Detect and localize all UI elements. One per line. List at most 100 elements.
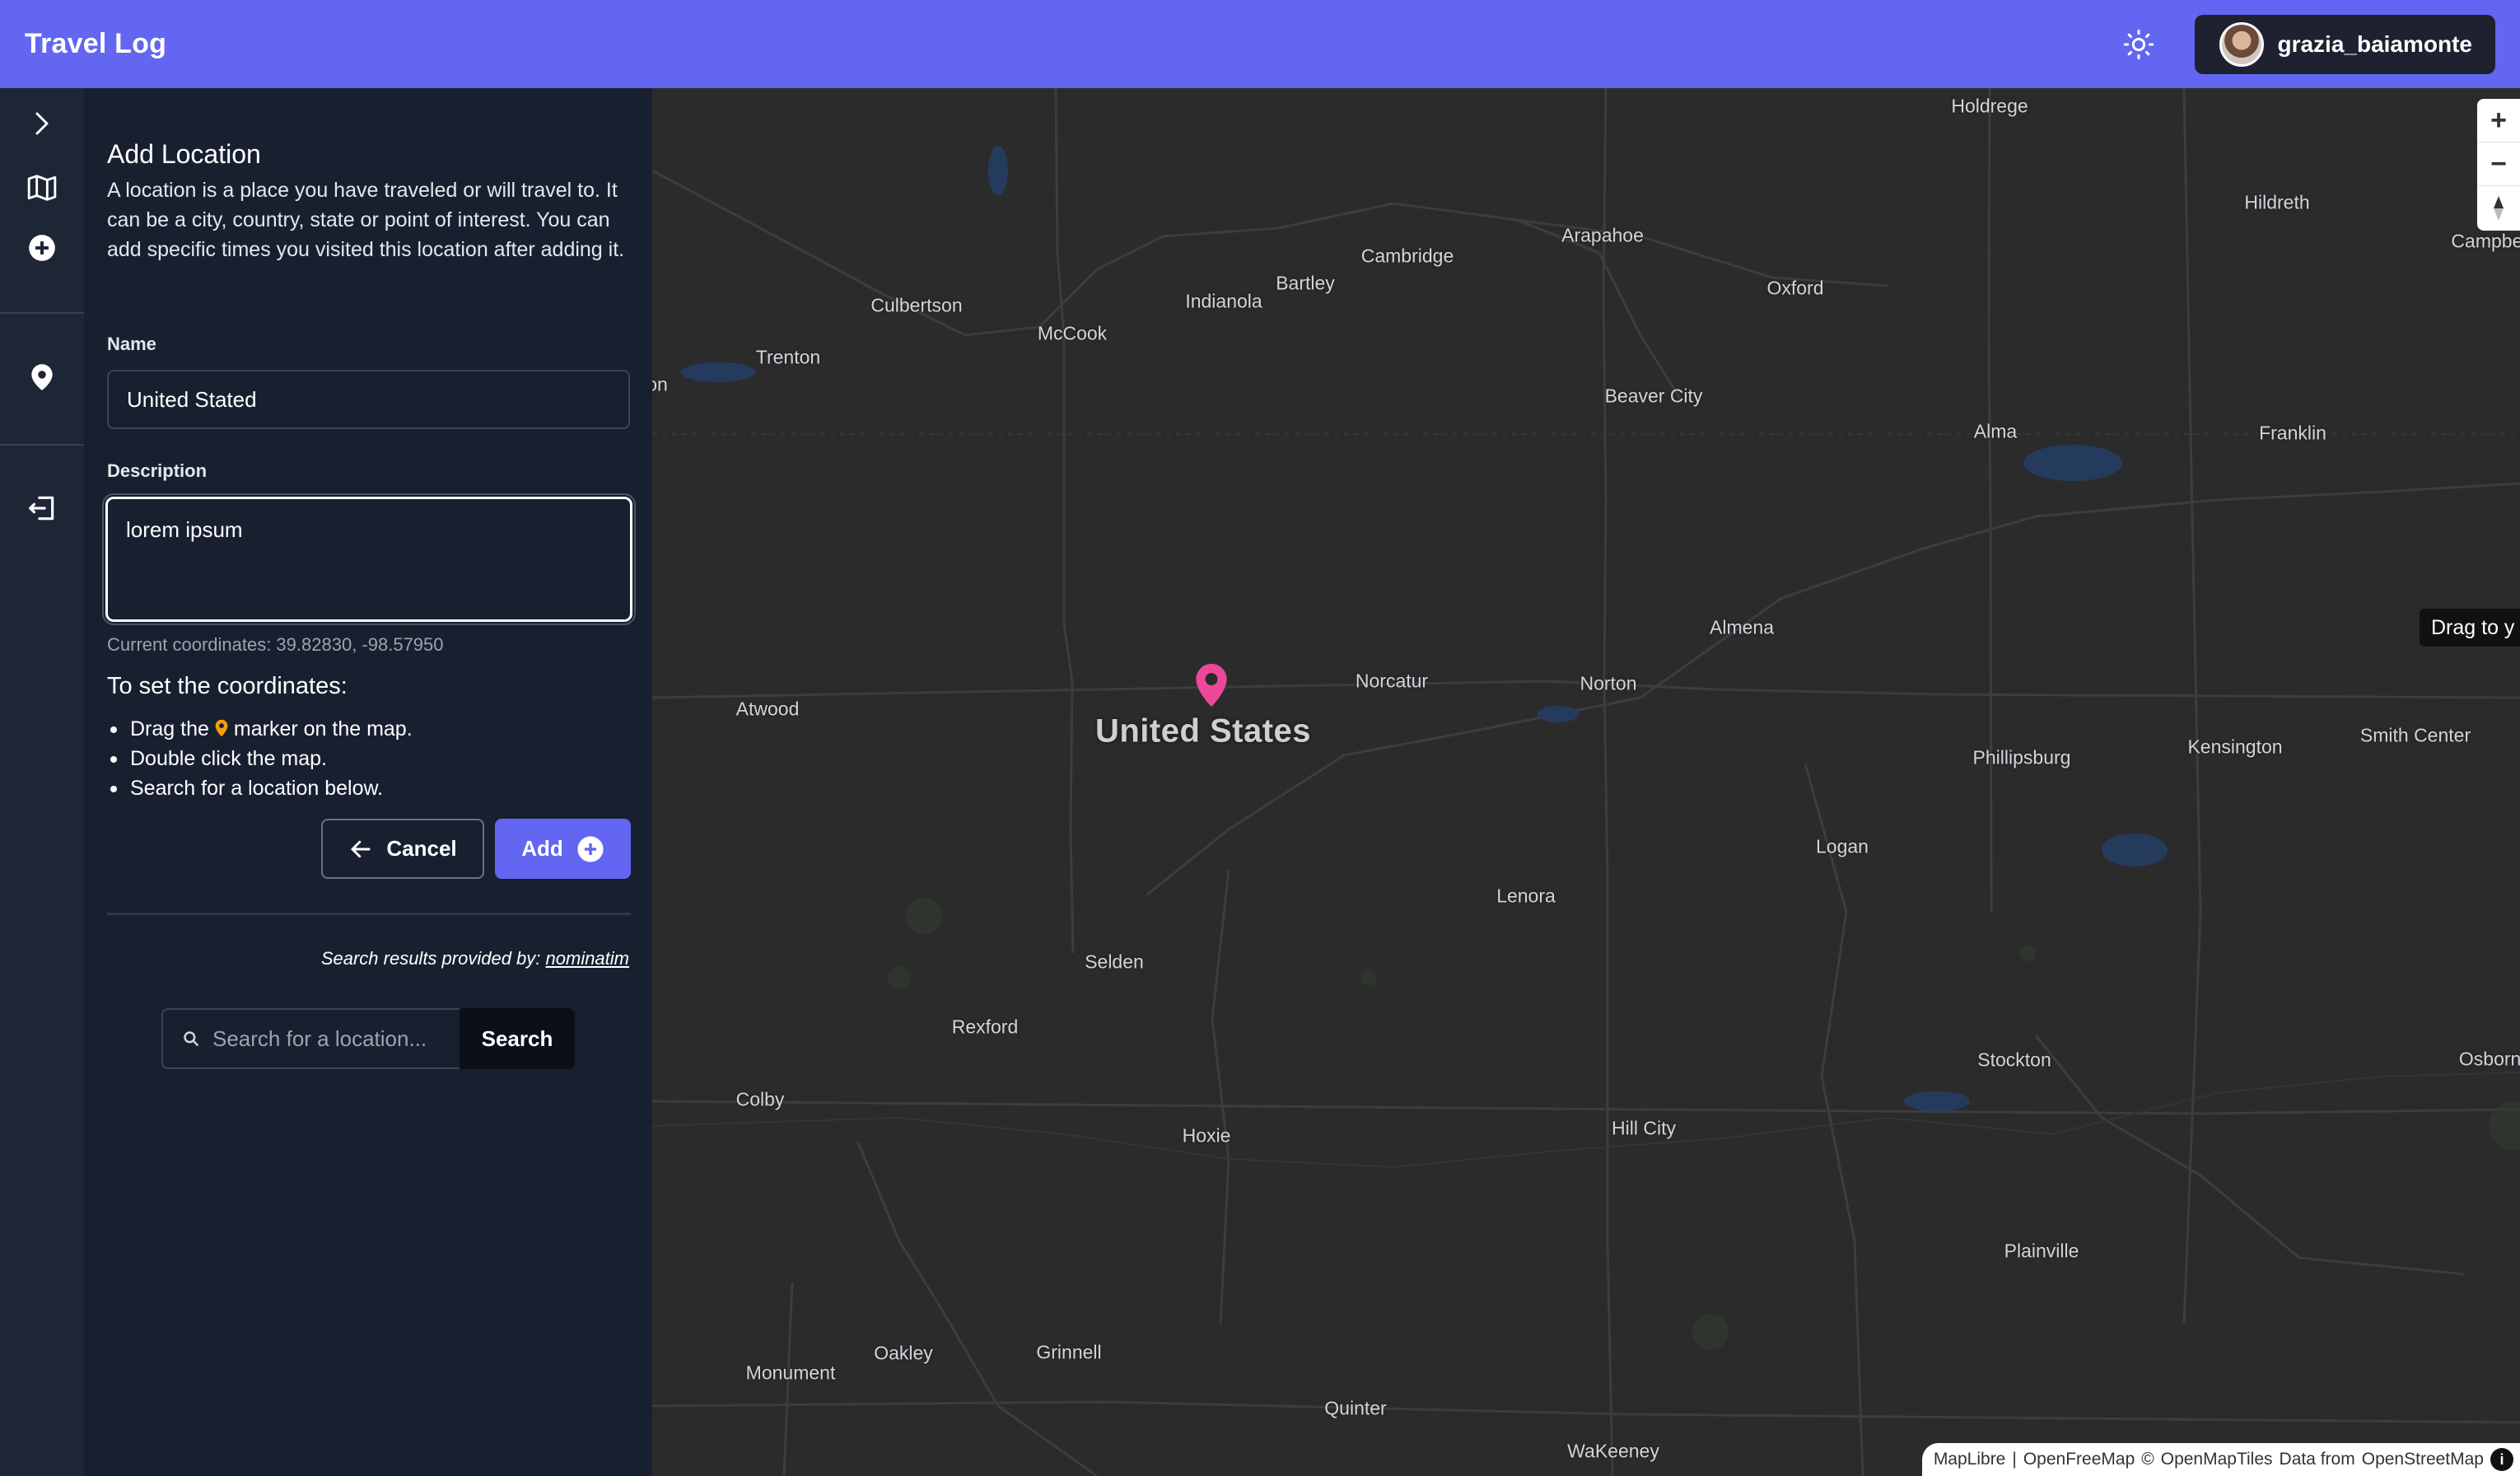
town-label: Hoxie [1182, 1124, 1231, 1147]
search-icon [184, 1031, 199, 1047]
app-title[interactable]: Travel Log [25, 28, 166, 60]
top-header: Travel Log grazia_baiamonte [0, 0, 2520, 88]
map-icon [27, 175, 57, 201]
town-label: Hildreth [2244, 191, 2310, 213]
description-label: Description [107, 460, 208, 481]
town-label: Kensington [2187, 736, 2283, 758]
description-field[interactable]: lorem ipsum [102, 493, 636, 625]
town-label: Trenton [755, 346, 821, 368]
location-search: Search [161, 1008, 575, 1069]
town-label: Almena [1710, 616, 1774, 638]
panel-description: A location is a place you have traveled … [107, 179, 625, 261]
town-label: Phillipsburg [1972, 746, 2071, 768]
list-item: Drag the marker on the map. [110, 714, 413, 744]
name-label: Name [107, 334, 156, 354]
drag-tooltip: Drag to y [2420, 609, 2520, 647]
town-label: Beaver City [1604, 385, 1703, 407]
list-item: Double click the map. [110, 744, 413, 773]
header-actions: grazia_baiamonte [2114, 14, 2495, 74]
reset-north-button[interactable] [2477, 186, 2520, 230]
add-button[interactable]: Add [495, 819, 631, 879]
town-label: WaKeeney [1567, 1440, 1659, 1462]
town-label: Campbell [2451, 230, 2520, 252]
avatar [2219, 21, 2265, 67]
town-label: Rexford [951, 1016, 1019, 1038]
search-input[interactable] [212, 1025, 451, 1052]
coordinate-instructions: Drag the marker on the map. Double click … [110, 714, 413, 803]
town-label: Bartley [1276, 272, 1335, 294]
town-label: Norcatur [1355, 670, 1429, 692]
sun-icon [2124, 29, 2154, 59]
map-pin-icon [31, 364, 53, 390]
map-attribution: MapLibre | OpenFreeMap © OpenMapTiles Da… [1921, 1443, 2520, 1476]
search-button[interactable]: Search [460, 1008, 575, 1069]
expand-sidebar-button[interactable] [0, 96, 84, 151]
info-icon[interactable]: i [2490, 1448, 2513, 1471]
town-label: Alma [1973, 420, 2018, 442]
zoom-controls: + − [2477, 99, 2520, 231]
town-label: Colby [735, 1088, 785, 1110]
country-label: United States [1094, 712, 1312, 750]
town-label: McCook [1037, 322, 1108, 344]
rail-divider [0, 444, 84, 446]
set-coordinates-title: To set the coordinates: [107, 673, 348, 699]
town-label: Smith Center [2359, 724, 2471, 746]
sidebar-rail [0, 88, 84, 1476]
sign-out-button[interactable] [0, 481, 84, 535]
town-label: Franklin [2259, 422, 2326, 444]
town-label: on [652, 373, 668, 395]
openmaptiles-link[interactable]: OpenMapTiles [2161, 1450, 2273, 1469]
town-label: Oakley [874, 1342, 933, 1364]
cancel-button[interactable]: Cancel [321, 819, 484, 879]
town-label: Indianola [1185, 290, 1262, 312]
add-location-panel: Add Location A location is a place you h… [84, 88, 652, 1476]
theme-toggle-button[interactable] [2114, 20, 2163, 69]
town-label: Norton [1580, 672, 1637, 694]
town-label: Logan [1816, 835, 1869, 857]
town-label: Oxford [1766, 277, 1824, 299]
town-label: Culbertson [870, 294, 963, 316]
sign-out-icon [29, 496, 54, 521]
town-label: Cambridge [1360, 245, 1454, 267]
search-box [161, 1008, 460, 1069]
list-item: Search for a location below. [110, 773, 413, 803]
town-label: Stockton [1977, 1049, 2051, 1071]
arrow-left-icon [351, 840, 371, 857]
openstreetmap-link[interactable]: OpenStreetMap [2362, 1450, 2484, 1469]
town-label: Grinnell [1036, 1341, 1102, 1363]
town-label: Selden [1085, 951, 1144, 973]
divider [107, 913, 631, 915]
town-label: Hill City [1612, 1117, 1676, 1139]
current-coordinates: Current coordinates: 39.82830, -98.57950 [107, 634, 444, 655]
town-label: Plainville [2004, 1240, 2079, 1262]
town-label: Lenora [1496, 885, 1556, 907]
zoom-in-button[interactable]: + [2477, 99, 2520, 142]
town-label: Atwood [735, 698, 800, 720]
username-label: grazia_baiamonte [2277, 30, 2472, 57]
sidebar-item-map[interactable] [0, 161, 84, 215]
name-field[interactable] [107, 370, 630, 429]
chevron-right-icon [35, 112, 49, 135]
panel-title: Add Location [107, 139, 261, 169]
minus-icon: − [2490, 147, 2507, 180]
rail-divider [0, 312, 84, 314]
plus-icon: + [2490, 104, 2507, 136]
user-menu-button[interactable]: grazia_baiamonte [2195, 14, 2495, 74]
town-label: Monument [745, 1362, 836, 1384]
sidebar-item-location[interactable] [0, 350, 84, 404]
nominatim-link[interactable]: nominatim [546, 948, 629, 969]
sidebar-item-add-location[interactable] [0, 221, 84, 275]
town-label: Arapahoe [1561, 224, 1644, 246]
maplibre-link[interactable]: MapLibre [1934, 1450, 2006, 1469]
zoom-out-button[interactable]: − [2477, 142, 2520, 186]
town-label: Quinter [1324, 1397, 1387, 1419]
location-marker-icon[interactable] [1192, 662, 1230, 708]
plus-circle-icon [29, 235, 55, 261]
town-label: Holdrege [1951, 95, 2028, 117]
town-label: Osborne [2458, 1048, 2520, 1070]
openfreemap-link[interactable]: OpenFreeMap [2023, 1450, 2135, 1469]
compass-icon [2494, 195, 2504, 221]
map-canvas[interactable]: Holdrege Hildreth Campbell Cambridge Ara… [652, 88, 2520, 1476]
marker-pin-icon [215, 719, 228, 737]
plus-circle-icon [577, 835, 604, 862]
